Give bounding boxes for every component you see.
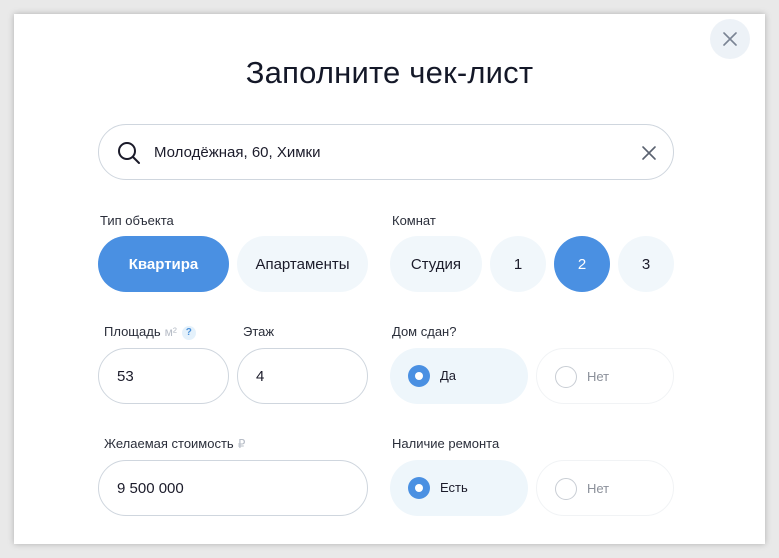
- clear-icon[interactable]: [640, 144, 658, 162]
- price-unit: ₽: [237, 437, 246, 451]
- help-icon[interactable]: ?: [181, 326, 196, 340]
- search-icon: [118, 142, 140, 164]
- object-type-apartment[interactable]: Квартира: [98, 236, 229, 292]
- area-label: Площадь м²?: [104, 324, 196, 340]
- radio-selected-icon: [408, 365, 430, 387]
- close-icon: [723, 32, 737, 46]
- floor-value[interactable]: 4: [256, 368, 264, 385]
- house-ready-yes[interactable]: Да: [390, 348, 528, 404]
- modal-title: Заполните чек-лист: [245, 55, 534, 90]
- checklist-modal: Заполните чек-лист Молодёжная, 60, Химки…: [14, 14, 765, 544]
- price-value[interactable]: 9 500 000: [117, 480, 184, 497]
- renovation-label: Наличие ремонта: [392, 436, 500, 451]
- area-field[interactable]: 53: [98, 348, 229, 404]
- house-ready-label: Дом сдан?: [392, 324, 457, 339]
- price-label-text: Желаемая стоимость: [104, 436, 234, 451]
- renovation-no[interactable]: Нет: [536, 460, 674, 516]
- floor-field[interactable]: 4: [237, 348, 368, 404]
- renovation-no-label: Нет: [587, 481, 610, 496]
- price-field[interactable]: 9 500 000: [98, 460, 368, 516]
- search-input[interactable]: Молодёжная, 60, Химки: [154, 125, 320, 181]
- radio-unselected-icon: [555, 366, 577, 388]
- close-button[interactable]: [710, 19, 750, 59]
- radio-selected-icon: [408, 477, 430, 499]
- rooms-2[interactable]: 2: [554, 236, 610, 292]
- renovation-yes-label: Есть: [440, 480, 468, 495]
- address-search[interactable]: Молодёжная, 60, Химки: [98, 124, 674, 180]
- rooms-studio[interactable]: Студия: [390, 236, 482, 292]
- object-type-apartments[interactable]: Апартаменты: [237, 236, 368, 292]
- area-label-text: Площадь: [104, 324, 161, 339]
- house-ready-no-label: Нет: [587, 369, 610, 384]
- area-unit: м²: [164, 325, 177, 339]
- house-ready-yes-label: Да: [440, 368, 457, 383]
- renovation-yes[interactable]: Есть: [390, 460, 528, 516]
- rooms-label: Комнат: [392, 213, 436, 228]
- price-label: Желаемая стоимость ₽: [104, 436, 245, 451]
- area-value[interactable]: 53: [117, 368, 134, 385]
- rooms-1[interactable]: 1: [490, 236, 546, 292]
- radio-unselected-icon: [555, 478, 577, 500]
- floor-label: Этаж: [243, 324, 275, 339]
- object-type-label: Тип объекта: [100, 213, 174, 228]
- house-ready-no[interactable]: Нет: [536, 348, 674, 404]
- rooms-3[interactable]: 3: [618, 236, 674, 292]
